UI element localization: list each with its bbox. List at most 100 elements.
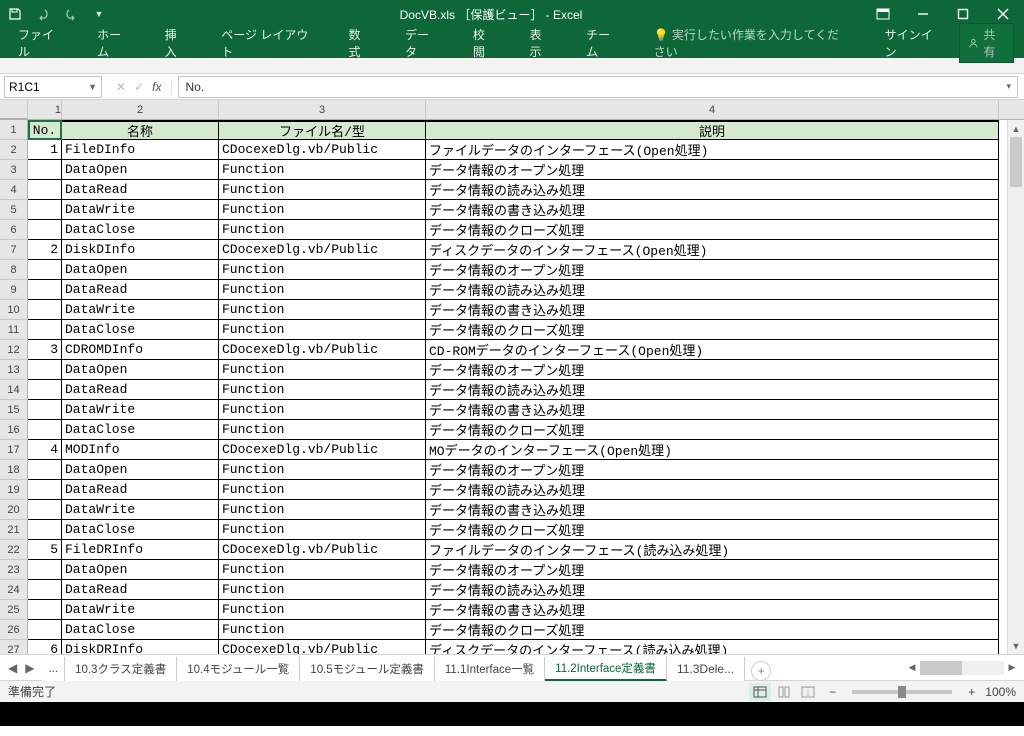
cell-desc[interactable]: CD-ROMデータのインターフェース(Open処理) [426, 340, 999, 360]
cell-no[interactable] [28, 480, 62, 500]
cell-name[interactable]: DataClose [62, 320, 219, 340]
cell-file[interactable]: CDocexeDlg.vb/Public [219, 140, 426, 160]
cell-desc[interactable]: データ情報のクローズ処理 [426, 420, 999, 440]
cell-file[interactable]: Function [219, 220, 426, 240]
row-header[interactable]: 7 [0, 240, 28, 260]
tell-me[interactable]: 💡 実行したい作業を入力してください [646, 22, 859, 64]
cell-no[interactable] [28, 200, 62, 220]
cell-file[interactable]: Function [219, 260, 426, 280]
cell-name[interactable]: DataOpen [62, 460, 219, 480]
cell-desc[interactable]: ディスクデータのインターフェース(Open処理) [426, 240, 999, 260]
cell-file[interactable]: CDocexeDlg.vb/Public [219, 340, 426, 360]
col-header-4[interactable]: 4 [426, 100, 999, 119]
row-header[interactable]: 22 [0, 540, 28, 560]
cell-no[interactable] [28, 160, 62, 180]
vertical-scrollbar[interactable]: ▲ ▼ [1007, 120, 1024, 654]
cell-no[interactable]: 6 [28, 640, 62, 654]
cell-name[interactable]: DataRead [62, 580, 219, 600]
cell-no[interactable]: 1 [28, 140, 62, 160]
cell-no[interactable] [28, 380, 62, 400]
cell-file[interactable]: Function [219, 200, 426, 220]
tab-prev-icon[interactable]: ◀ [8, 661, 17, 675]
cell-no[interactable] [28, 600, 62, 620]
tab-formulas[interactable]: 数式 [340, 22, 379, 64]
cell-no[interactable] [28, 520, 62, 540]
row-header[interactable]: 4 [0, 180, 28, 200]
row-header[interactable]: 19 [0, 480, 28, 500]
row-header[interactable]: 26 [0, 620, 28, 640]
cell-no[interactable]: 5 [28, 540, 62, 560]
cell-desc[interactable]: データ情報のクローズ処理 [426, 620, 999, 640]
cell-no[interactable] [28, 300, 62, 320]
view-normal-icon[interactable] [749, 683, 771, 701]
formula-expand-icon[interactable]: ▾ [1006, 81, 1011, 92]
cell-desc[interactable]: データ情報のクローズ処理 [426, 320, 999, 340]
row-header[interactable]: 25 [0, 600, 28, 620]
sheet-tab-5[interactable]: 11.2Interface定義書 [545, 657, 667, 681]
row-header[interactable]: 11 [0, 320, 28, 340]
tab-file[interactable]: ファイル [10, 22, 71, 64]
row-header[interactable]: 9 [0, 280, 28, 300]
cell-desc[interactable]: ファイルデータのインターフェース(読み込み処理) [426, 540, 999, 560]
col-header-1[interactable]: 1 [28, 100, 62, 119]
cell-file[interactable]: CDocexeDlg.vb/Public [219, 240, 426, 260]
sheet-tab-1[interactable]: 10.3クラス定義書 [65, 657, 177, 681]
col-header-3[interactable]: 3 [219, 100, 426, 119]
cell-no[interactable] [28, 500, 62, 520]
cell-desc[interactable]: データ情報の書き込み処理 [426, 200, 999, 220]
sheet-tab-3[interactable]: 10.5モジュール定義書 [300, 657, 435, 681]
cell-name[interactable]: DataWrite [62, 500, 219, 520]
cell-desc[interactable]: データ情報のクローズ処理 [426, 520, 999, 540]
view-pagelayout-icon[interactable] [773, 683, 795, 701]
row-header[interactable]: 17 [0, 440, 28, 460]
cell-name[interactable]: DataClose [62, 620, 219, 640]
scroll-up-icon[interactable]: ▲ [1008, 120, 1024, 137]
cell-desc[interactable]: ディスクデータのインターフェース(読み込み処理) [426, 640, 999, 654]
sheet-tab-4[interactable]: 11.1Interface一覧 [435, 657, 545, 681]
row-header[interactable]: 27 [0, 640, 28, 654]
cell-name[interactable]: DataWrite [62, 300, 219, 320]
col-header-2[interactable]: 2 [62, 100, 219, 119]
zoom-slider-thumb[interactable] [898, 686, 906, 698]
cells-area[interactable]: No.名称ファイル名/型説明1FileDInfoCDocexeDlg.vb/Pu… [28, 120, 1024, 654]
formula-input[interactable]: No. ▾ [178, 76, 1018, 98]
cell-name[interactable]: DataClose [62, 220, 219, 240]
cell-name[interactable]: DataOpen [62, 560, 219, 580]
hscroll-right-icon[interactable]: ▶ [1004, 662, 1020, 673]
cell-name[interactable]: DiskDRInfo [62, 640, 219, 654]
cell-desc[interactable]: データ情報の読み込み処理 [426, 580, 999, 600]
cell-name[interactable]: DataWrite [62, 600, 219, 620]
cell-file[interactable]: Function [219, 420, 426, 440]
cell-name[interactable]: DataClose [62, 520, 219, 540]
cell-desc[interactable]: データ情報のオープン処理 [426, 560, 999, 580]
cell-no[interactable] [28, 420, 62, 440]
cell-desc[interactable]: データ情報の書き込み処理 [426, 600, 999, 620]
cell-desc[interactable]: データ情報のオープン処理 [426, 260, 999, 280]
zoom-in-button[interactable]: + [968, 685, 975, 699]
qat-dropdown-icon[interactable]: ▼ [90, 5, 108, 23]
row-header[interactable]: 18 [0, 460, 28, 480]
cancel-formula-icon[interactable]: ✕ [116, 80, 126, 94]
row-header[interactable]: 20 [0, 500, 28, 520]
cell-file[interactable]: CDocexeDlg.vb/Public [219, 640, 426, 654]
horizontal-scrollbar[interactable]: ◀ ▶ [904, 661, 1024, 675]
cell-name[interactable]: DataWrite [62, 200, 219, 220]
row-header[interactable]: 13 [0, 360, 28, 380]
cell-desc[interactable]: データ情報のオープン処理 [426, 160, 999, 180]
tab-pagelayout[interactable]: ページ レイアウト [213, 22, 322, 64]
cell-name[interactable]: DataWrite [62, 400, 219, 420]
cell-desc[interactable]: データ情報の読み込み処理 [426, 480, 999, 500]
cell-file[interactable]: Function [219, 580, 426, 600]
cell-name[interactable]: CDROMDInfo [62, 340, 219, 360]
cell-desc[interactable]: MOデータのインターフェース(Open処理) [426, 440, 999, 460]
row-header[interactable]: 3 [0, 160, 28, 180]
cell-no[interactable] [28, 280, 62, 300]
tab-data[interactable]: データ [397, 22, 447, 64]
sheet-tab-overflow-left[interactable]: ... [42, 657, 65, 681]
cell-file[interactable]: Function [219, 480, 426, 500]
row-header[interactable]: 8 [0, 260, 28, 280]
cell-no[interactable] [28, 220, 62, 240]
cell-no[interactable] [28, 400, 62, 420]
cell-file[interactable]: Function [219, 300, 426, 320]
cell-name[interactable]: DataOpen [62, 260, 219, 280]
